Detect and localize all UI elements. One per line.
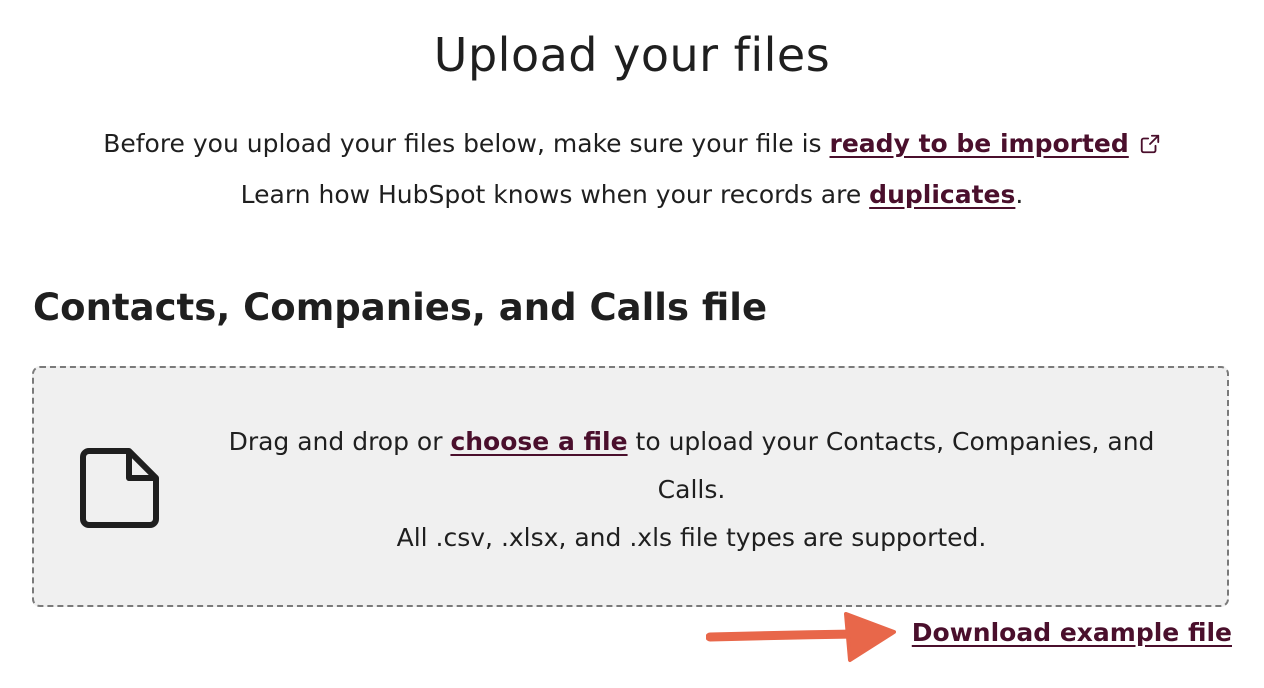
file-dropzone[interactable]: Drag and drop or choose a file to upload… <box>32 366 1229 607</box>
dropzone-instructions: Drag and drop or choose a file to upload… <box>199 418 1184 514</box>
duplicates-link[interactable]: duplicates <box>869 180 1015 209</box>
intro-line2-suffix: . <box>1015 180 1024 209</box>
dropzone-text-suffix: to upload your Contacts, Companies, and … <box>627 427 1155 504</box>
dropzone-text-prefix: Drag and drop or <box>228 427 451 456</box>
intro-line1-text: Before you upload your files below, make… <box>103 129 830 158</box>
section-title: Contacts, Companies, and Calls file <box>33 286 768 329</box>
page-title: Upload your files <box>433 28 831 82</box>
dropzone-text: Drag and drop or choose a file to upload… <box>199 418 1184 562</box>
download-example-file-link[interactable]: Download example file <box>912 618 1232 647</box>
ready-to-be-imported-link[interactable]: ready to be imported <box>830 129 1129 158</box>
download-row: Download example file <box>700 610 1232 666</box>
choose-a-file-link[interactable]: choose a file <box>450 427 627 456</box>
intro-line-ready: Before you upload your files below, make… <box>0 120 1264 171</box>
upload-page: Upload your files Before you upload your… <box>0 0 1264 688</box>
file-icon <box>80 448 160 532</box>
intro-line2-text: Learn how HubSpot knows when your record… <box>240 180 870 209</box>
external-link-icon[interactable] <box>1139 123 1161 171</box>
supported-file-types: All .csv, .xlsx, and .xls file types are… <box>396 523 987 552</box>
intro-text: Before you upload your files below, make… <box>0 120 1264 219</box>
intro-line-duplicates: Learn how HubSpot knows when your record… <box>0 171 1264 219</box>
arrow-right-icon <box>705 610 896 670</box>
